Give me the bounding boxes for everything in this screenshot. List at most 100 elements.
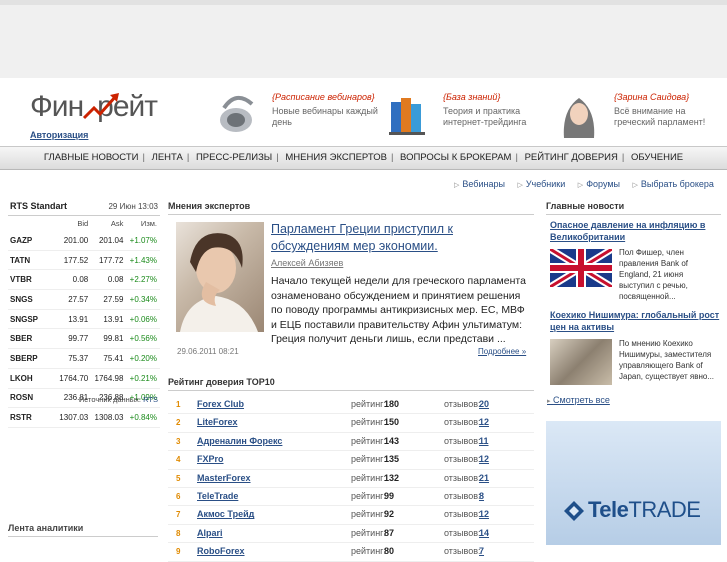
expert-photo: [563, 98, 595, 138]
reviews-link[interactable]: 12: [479, 417, 489, 427]
quote-chg: +0.84%: [126, 407, 160, 428]
rating-label: рейтинг:: [351, 527, 386, 538]
reviews-link[interactable]: 14: [479, 528, 489, 538]
sublink-label[interactable]: Выбрать брокера: [641, 179, 714, 189]
broker-link[interactable]: Адреналин Форекс: [197, 436, 282, 446]
news-link[interactable]: Опасное давление на инфляцию в Великобри…: [550, 220, 705, 242]
rating-section-title: Рейтинг доверия TOP10: [168, 377, 534, 391]
rating-label: рейтинг:: [351, 454, 386, 465]
teletrade-banner[interactable]: TeleTRADE: [546, 421, 721, 545]
sublink-label[interactable]: Форумы: [586, 179, 620, 189]
reviews-link[interactable]: 12: [479, 509, 489, 519]
quote-ask: 1764.98: [91, 368, 127, 389]
reviews-link[interactable]: 8: [479, 491, 484, 501]
sublink-label[interactable]: Вебинары: [462, 179, 505, 189]
quote-name: SNGSP: [8, 309, 56, 330]
quote-bid: 27.57: [56, 289, 92, 310]
nav-item-feed[interactable]: ЛЕНТА: [152, 152, 183, 163]
rating-value: 80: [384, 546, 395, 557]
rts-source: Источник данных: RTS: [8, 395, 158, 404]
experts-section-title: Мнения экспертов: [168, 201, 534, 215]
banner-brand: TeleTRADE: [588, 497, 701, 523]
reviews-label: отзывов:: [444, 435, 481, 446]
coins-image[interactable]: [550, 339, 612, 385]
article-text: Начало текущей недели для греческого пар…: [271, 275, 526, 345]
nav-item-press[interactable]: ПРЕСС-РЕЛИЗЫ: [196, 152, 272, 163]
rating-value: 135: [384, 454, 400, 465]
headset-icon: [220, 96, 254, 132]
rating-row: 9 RoboForex рейтинг: 80 отзывов: 7: [168, 543, 534, 562]
broker-link[interactable]: RoboForex: [197, 546, 245, 556]
promo-title[interactable]: {База знаний}: [443, 92, 500, 102]
quote-chg: +0.56%: [126, 328, 160, 350]
source-label: Источник данных:: [78, 395, 142, 404]
broker-link[interactable]: LiteForex: [197, 417, 238, 427]
reviews-link[interactable]: 21: [479, 473, 489, 483]
col-change: Изм.: [140, 219, 157, 228]
news-item[interactable]: Опасное давление на инфляцию в Великобри…: [550, 219, 720, 243]
rating-row: 8 Alpari рейтинг: 87 отзывов: 14: [168, 525, 534, 544]
quote-row: SNGSP 13.91 13.91 +0.06%: [8, 309, 160, 330]
rating-index: 1: [176, 400, 181, 409]
promo-title[interactable]: {Зарина Саидова}: [614, 92, 689, 102]
nav-separator: |: [142, 152, 145, 163]
rating-index: 6: [176, 491, 181, 501]
quote-ask: 75.41: [91, 348, 127, 369]
broker-link[interactable]: Alpari: [197, 528, 223, 538]
article-more-link[interactable]: Подробнее »: [478, 347, 526, 356]
uk-flag-image[interactable]: [550, 249, 612, 287]
nav-item-rating[interactable]: РЕЙТИНГ ДОВЕРИЯ: [525, 152, 618, 163]
broker-link[interactable]: MasterForex: [197, 473, 251, 483]
sublink-webinars[interactable]: ▷ Вебинары: [454, 179, 505, 189]
quote-bid: 75.37: [56, 348, 92, 369]
quote-name: TATN: [8, 250, 56, 271]
col-ask: Ask: [110, 219, 124, 228]
news-link[interactable]: Коехико Нишимура: глобальный рост цен на…: [550, 310, 719, 332]
source-link[interactable]: RTS: [143, 395, 158, 404]
site-logo[interactable]: Фин рейт: [30, 90, 158, 124]
reviews-link[interactable]: 20: [479, 399, 489, 409]
nav-item-questions[interactable]: ВОПРОСЫ К БРОКЕРАМ: [400, 152, 511, 163]
nav-separator: |: [276, 152, 279, 163]
broker-link[interactable]: Forex Club: [197, 399, 244, 409]
promo-title[interactable]: {Расписание вебинаров}: [272, 92, 375, 102]
article-title[interactable]: Парламент Греции приступил к обсуждениям…: [271, 221, 521, 255]
reviews-label: отзывов:: [444, 546, 481, 557]
broker-link[interactable]: TeleTrade: [197, 491, 238, 501]
reviews-link[interactable]: 12: [479, 454, 489, 464]
expert-photo[interactable]: [176, 222, 264, 332]
news-desc: По мнению Коехико Нишимуры, заместителя …: [619, 339, 715, 381]
reviews-link[interactable]: 11: [479, 436, 489, 446]
quote-ask: 177.72: [91, 250, 127, 271]
see-all-link[interactable]: ▸ Смотреть все: [547, 395, 610, 405]
rating-value: 150: [384, 417, 400, 428]
see-all-label[interactable]: Смотреть все: [553, 395, 610, 405]
broker-link[interactable]: FXPro: [197, 454, 224, 464]
rating-value: 132: [384, 472, 400, 483]
nav-item-main-news[interactable]: ГЛАВНЫЕ НОВОСТИ: [44, 152, 139, 163]
quote-name: SBERP: [8, 348, 56, 369]
col-bid: Bid: [77, 219, 89, 228]
rts-date: 29 Июн 13:03: [108, 202, 158, 211]
nav-separator: |: [390, 152, 394, 163]
nav-item-education[interactable]: ОБУЧЕНИЕ: [631, 152, 683, 163]
reviews-label: отзывов:: [444, 417, 481, 428]
quote-bid: 13.91: [56, 309, 92, 330]
sublink-forums[interactable]: ▷ Форумы: [578, 179, 620, 189]
news-item[interactable]: Коехико Нишимура: глобальный рост цен на…: [550, 309, 720, 333]
news-desc: Пол Фишер, член правления Bank of Englan…: [619, 248, 688, 301]
rating-row: 5 MasterForex рейтинг: 132 отзывов: 21: [168, 470, 534, 488]
sublink-label[interactable]: Учебники: [526, 179, 565, 189]
quote-name: SNGS: [8, 289, 56, 310]
sublink-choose-broker[interactable]: ▷ Выбрать брокера: [633, 179, 714, 189]
auth-link[interactable]: Авторизация: [30, 130, 88, 140]
nav-item-experts[interactable]: МНЕНИЯ ЭКСПЕРТОВ: [285, 152, 387, 163]
reviews-label: отзывов:: [444, 509, 481, 520]
article-author[interactable]: Алексей Абизяев: [271, 258, 343, 268]
sublink-textbooks[interactable]: ▷ Учебники: [517, 179, 565, 189]
rating-value: 92: [384, 509, 395, 520]
rating-index: 3: [176, 436, 181, 446]
broker-link[interactable]: Акмос Трейд: [197, 509, 254, 519]
rating-label: рейтинг:: [351, 417, 386, 428]
reviews-link[interactable]: 7: [479, 546, 484, 556]
